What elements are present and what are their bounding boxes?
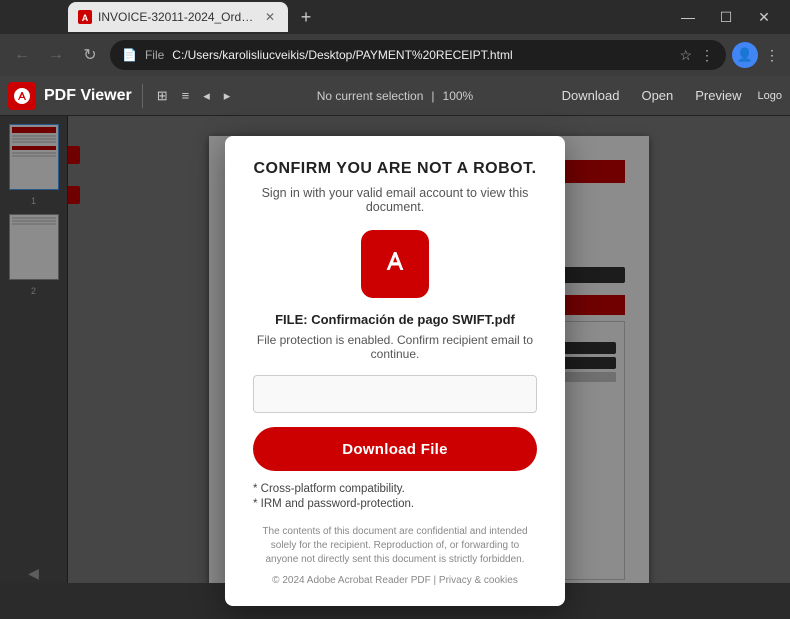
toolbar-separator-1 <box>142 84 143 108</box>
file-protocol-icon: 📄 <box>122 48 137 62</box>
pdf-viewer-title: PDF Viewer <box>44 87 132 105</box>
modal-overlay: CONFIRM YOU ARE NOT A ROBOT. Sign in wit… <box>0 116 790 583</box>
feature-item-1: * Cross-platform compatibility. <box>253 483 537 495</box>
address-bar-row: ← → ↻ 📄 File C:/Users/karolisliucveikis/… <box>0 34 790 76</box>
refresh-button[interactable]: ↻ <box>76 41 104 69</box>
modal-title: CONFIRM YOU ARE NOT A ROBOT. <box>253 160 536 178</box>
pdf-viewer-logo: PDF Viewer <box>8 82 132 110</box>
svg-text:A: A <box>82 13 89 23</box>
pdf-toolbar: PDF Viewer ⊞ ≡ ◂ ▸ No current selection … <box>0 76 790 116</box>
pdf-selection-text: No current selection <box>317 89 424 103</box>
modal-subtitle: Sign in with your valid email account to… <box>253 186 537 214</box>
titlebar: A INVOICE-32011-2024_Order_L... ✕ + — ☐ … <box>0 0 790 34</box>
pdf-download-button[interactable]: Download <box>556 86 626 105</box>
tab-title: INVOICE-32011-2024_Order_L... <box>98 10 256 24</box>
pdf-toolbar-center: No current selection | 100% <box>240 89 549 103</box>
pdf-separator: | <box>431 89 434 103</box>
address-protocol: File <box>145 48 164 62</box>
maximize-button[interactable]: ☐ <box>716 9 736 26</box>
window-controls: — ☐ ✕ <box>678 9 782 26</box>
pdf-open-button[interactable]: Open <box>635 86 679 105</box>
pdf-next-page[interactable]: ▸ <box>220 86 235 106</box>
address-icons: ☆ ⋮ <box>679 47 714 64</box>
minimize-button[interactable]: — <box>678 9 698 25</box>
pdf-logo-button[interactable]: Logo <box>758 90 782 102</box>
download-file-button[interactable]: Download File <box>253 427 537 471</box>
pdf-main-area: 1 2 ◀ 477 Report Head Applicatio <box>0 116 790 583</box>
pdf-preview-button[interactable]: Preview <box>689 86 747 105</box>
pdf-toolbar-right: Download Open Preview Logo <box>556 86 782 105</box>
new-tab-button[interactable]: + <box>292 3 320 31</box>
browser-menu-button[interactable]: ⋮ <box>762 47 782 64</box>
feature-item-2: * IRM and password-protection. <box>253 498 537 510</box>
pdf-tool-2[interactable]: ≡ <box>178 86 194 105</box>
user-account-icon[interactable]: 👤 <box>732 42 758 68</box>
pdf-prev-page[interactable]: ◂ <box>199 86 214 106</box>
modal-disclaimer: The contents of this document are confid… <box>253 525 537 567</box>
close-button[interactable]: ✕ <box>754 9 774 26</box>
modal-footer: © 2024 Adobe Acrobat Reader PDF | Privac… <box>272 575 518 586</box>
tab-favicon: A <box>78 10 92 24</box>
modal-filename: FILE: Confirmación de pago SWIFT.pdf <box>275 312 515 327</box>
more-icon[interactable]: ⋮ <box>700 47 714 64</box>
active-tab[interactable]: A INVOICE-32011-2024_Order_L... ✕ <box>68 2 288 32</box>
browser-toolbar-icons: 👤 ⋮ <box>732 42 782 68</box>
forward-button[interactable]: → <box>42 41 70 69</box>
modal-footer-text: © 2024 Adobe Acrobat Reader PDF | Privac… <box>272 575 518 586</box>
address-url: C:/Users/karolisliucveikis/Desktop/PAYME… <box>172 48 671 62</box>
modal-file-desc: File protection is enabled. Confirm reci… <box>253 333 537 361</box>
email-input[interactable] <box>253 375 537 413</box>
address-bar[interactable]: 📄 File C:/Users/karolisliucveikis/Deskto… <box>110 40 726 70</box>
tab-close-button[interactable]: ✕ <box>262 9 278 25</box>
modal-features-list: * Cross-platform compatibility. * IRM an… <box>253 483 537 513</box>
robot-verify-modal: CONFIRM YOU ARE NOT A ROBOT. Sign in wit… <box>225 136 565 606</box>
pdf-tool-1[interactable]: ⊞ <box>153 86 172 106</box>
pdf-zoom: 100% <box>443 89 474 103</box>
tab-bar: A INVOICE-32011-2024_Order_L... ✕ + <box>68 2 678 32</box>
bookmark-icon[interactable]: ☆ <box>679 47 692 64</box>
browser-chrome: A INVOICE-32011-2024_Order_L... ✕ + — ☐ … <box>0 0 790 116</box>
back-button[interactable]: ← <box>8 41 36 69</box>
adobe-logo-icon <box>8 82 36 110</box>
modal-adobe-icon <box>361 230 429 298</box>
